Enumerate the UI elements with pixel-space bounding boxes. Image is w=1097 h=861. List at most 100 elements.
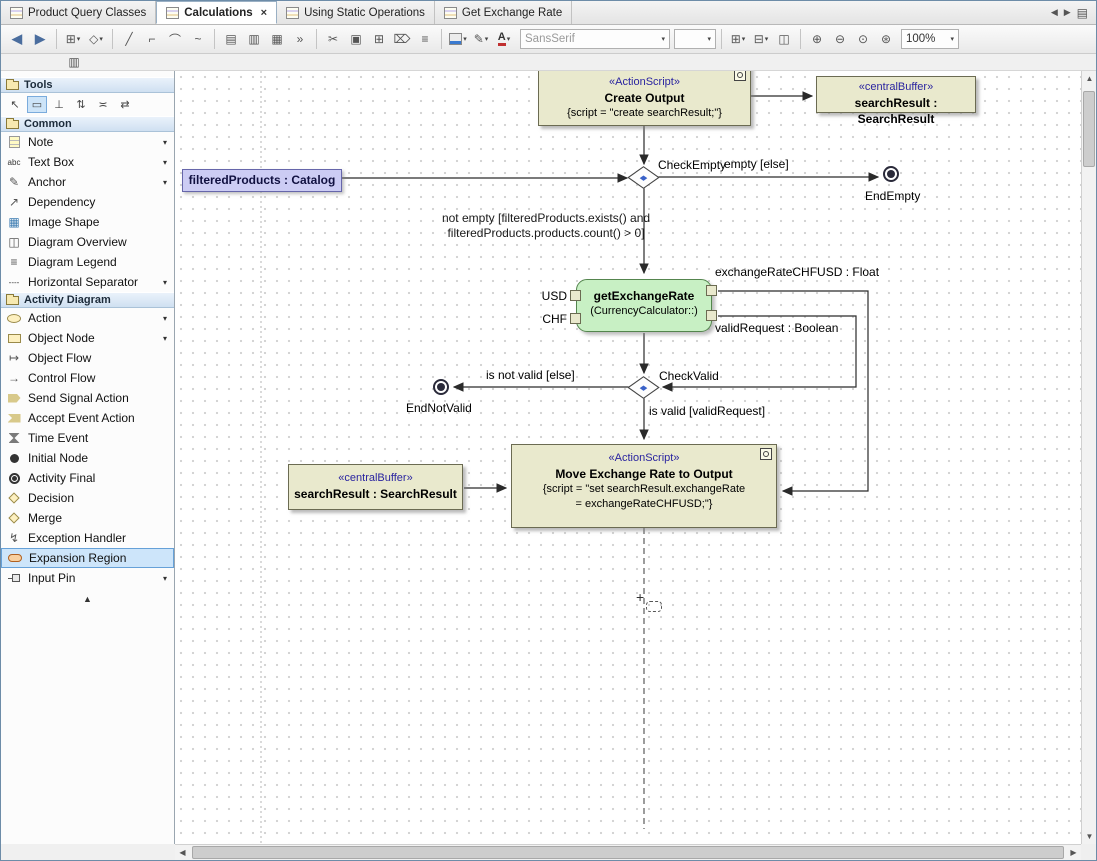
horizontal-scrollbar[interactable]: ◀ ▶ bbox=[175, 844, 1081, 860]
pin-label-exchangerate[interactable]: exchangeRateCHFUSD : Float bbox=[715, 265, 879, 279]
palette-item-object-node[interactable]: Object Node ▾ bbox=[1, 328, 174, 348]
palette-item-object-flow[interactable]: ↦ Object Flow bbox=[1, 348, 174, 368]
action-create-output[interactable]: «ActionScript» Create Output {script = "… bbox=[538, 71, 751, 126]
central-buffer-searchresult-left[interactable]: «centralBuffer» searchResult : SearchRes… bbox=[288, 464, 463, 510]
tab-list-icon[interactable]: ▤ bbox=[1077, 6, 1088, 20]
object-node-filteredproducts[interactable]: filteredProducts : Catalog bbox=[182, 169, 342, 192]
horizontal-scroll-thumb[interactable] bbox=[192, 846, 1064, 859]
align-right-button[interactable]: ▦ bbox=[266, 28, 288, 50]
decision-label-checkvalid[interactable]: CheckValid bbox=[659, 369, 719, 383]
palette-item-expansion-region[interactable]: Expansion Region bbox=[1, 548, 174, 568]
fill-color-button[interactable]: ▾ bbox=[447, 28, 469, 50]
navigate-forward-button[interactable]: ▶ bbox=[29, 28, 51, 50]
oblique-path-button[interactable]: ╱ bbox=[118, 28, 140, 50]
call-action-getexchangerate[interactable]: getExchangeRate (CurrencyCalculator::) bbox=[576, 279, 712, 332]
zoom-fit-button[interactable]: ⊙ bbox=[852, 28, 874, 50]
curved-path-button[interactable]: ⌒ bbox=[164, 28, 186, 50]
central-buffer-searchresult-top[interactable]: «centralBuffer» searchResult : SearchRes… bbox=[816, 76, 976, 113]
palette-item-action[interactable]: Action ▾ bbox=[1, 308, 174, 328]
palette-item-anchor[interactable]: ✎ Anchor ▾ bbox=[1, 172, 174, 192]
output-pin-exchangerate[interactable] bbox=[706, 285, 717, 296]
zoom-out-button[interactable]: ⊖ bbox=[829, 28, 851, 50]
diagram-canvas[interactable]: «ActionScript» Create Output {script = "… bbox=[175, 71, 1081, 844]
insert-table-button[interactable]: ⊞▾ bbox=[727, 28, 749, 50]
align-left-button[interactable]: ▤ bbox=[220, 28, 242, 50]
palette-section-activity-diagram[interactable]: Activity Diagram bbox=[1, 292, 174, 308]
input-pin-chf[interactable] bbox=[570, 313, 581, 324]
rectilinear-path-button[interactable]: ⌐ bbox=[141, 28, 163, 50]
delete-button[interactable]: ⌦ bbox=[391, 28, 413, 50]
palette-item-initial-node[interactable]: Initial Node bbox=[1, 448, 174, 468]
chevron-down-icon[interactable]: ▾ bbox=[163, 138, 169, 147]
more-tools-chevron[interactable]: » bbox=[289, 28, 311, 50]
palette-item-diagram-overview[interactable]: ◫ Diagram Overview bbox=[1, 232, 174, 252]
scroll-up-icon[interactable]: ▲ bbox=[1082, 71, 1097, 86]
palette-item-input-pin[interactable]: Input Pin ▾ bbox=[1, 568, 174, 588]
chevron-down-icon[interactable]: ▾ bbox=[163, 314, 169, 323]
next-tab-icon[interactable]: ▶ bbox=[1064, 7, 1071, 18]
tab-get-exchange-rate[interactable]: Get Exchange Rate bbox=[435, 1, 572, 24]
pointer-tool-button[interactable]: ↖ bbox=[5, 96, 25, 113]
palette-item-send-signal-action[interactable]: Send Signal Action bbox=[1, 388, 174, 408]
distribute-vertical-tool-button[interactable]: ⇅ bbox=[71, 96, 91, 113]
layers-button[interactable]: ≡ bbox=[414, 28, 436, 50]
tab-product-query-classes[interactable]: Product Query Classes bbox=[1, 1, 156, 24]
action-move-exchange-rate[interactable]: «ActionScript» Move Exchange Rate to Out… bbox=[511, 444, 777, 528]
output-pin-validrequest[interactable] bbox=[706, 310, 717, 321]
guard-empty-else[interactable]: empty [else] bbox=[724, 157, 789, 171]
tab-calculations[interactable]: Calculations × bbox=[156, 1, 277, 24]
guard-not-empty[interactable]: not empty [filteredProducts.exists() and… bbox=[401, 211, 691, 241]
vertical-scroll-thumb[interactable] bbox=[1083, 91, 1095, 167]
remove-table-button[interactable]: ⊟▾ bbox=[750, 28, 772, 50]
decision-checkvalid[interactable] bbox=[627, 376, 659, 399]
decision-checkempty[interactable] bbox=[627, 166, 659, 189]
palette-item-diagram-legend[interactable]: ≡ Diagram Legend bbox=[1, 252, 174, 272]
close-tab-icon[interactable]: × bbox=[261, 7, 267, 19]
scroll-right-icon[interactable]: ▶ bbox=[1066, 845, 1081, 860]
shapes-tool-button[interactable]: ◇▾ bbox=[85, 28, 107, 50]
spline-path-button[interactable]: ~ bbox=[187, 28, 209, 50]
cut-button[interactable]: ✂ bbox=[322, 28, 344, 50]
vertical-scrollbar[interactable]: ▲ ▼ bbox=[1081, 71, 1096, 844]
palette-item-merge[interactable]: Merge bbox=[1, 508, 174, 528]
palette-item-accept-event-action[interactable]: Accept Event Action bbox=[1, 408, 174, 428]
palette-scroll-up-button[interactable]: ▲ bbox=[1, 594, 174, 604]
final-label-endempty[interactable]: EndEmpty bbox=[865, 189, 920, 203]
palette-section-common[interactable]: Common bbox=[1, 116, 174, 132]
paste-button[interactable]: ⊞ bbox=[368, 28, 390, 50]
pin-label-validrequest[interactable]: validRequest : Boolean bbox=[715, 321, 838, 335]
align-tool-button[interactable]: ⊥ bbox=[49, 96, 69, 113]
guard-is-valid[interactable]: is valid [validRequest] bbox=[649, 404, 765, 418]
align-center-button[interactable]: ▥ bbox=[243, 28, 265, 50]
final-label-endnotvalid[interactable]: EndNotValid bbox=[406, 401, 472, 415]
chevron-down-icon[interactable]: ▾ bbox=[163, 334, 169, 343]
pin-label-chf[interactable]: CHF bbox=[525, 312, 567, 326]
palette-item-dependency[interactable]: ↗ Dependency bbox=[1, 192, 174, 212]
guard-is-not-valid[interactable]: is not valid [else] bbox=[486, 368, 575, 382]
chevron-down-icon[interactable]: ▾ bbox=[163, 178, 169, 187]
palette-item-decision[interactable]: Decision bbox=[1, 488, 174, 508]
pin-label-usd[interactable]: USD bbox=[525, 289, 567, 303]
palette-item-text-box[interactable]: abc Text Box ▾ bbox=[1, 152, 174, 172]
palette-item-note[interactable]: Note ▾ bbox=[1, 132, 174, 152]
palette-item-time-event[interactable]: Time Event bbox=[1, 428, 174, 448]
font-size-select[interactable]: ▾ bbox=[674, 29, 716, 49]
activity-final-endnotvalid[interactable] bbox=[433, 379, 449, 395]
distribute-horizontal-tool-button[interactable]: ⇄ bbox=[115, 96, 135, 113]
zoom-level-select[interactable]: 100% ▾ bbox=[901, 29, 959, 49]
line-style-button[interactable]: ✎▾ bbox=[470, 28, 492, 50]
palette-item-activity-final[interactable]: Activity Final bbox=[1, 468, 174, 488]
zoom-selection-button[interactable]: ⊛ bbox=[875, 28, 897, 50]
diagram-properties-button[interactable]: ◫ bbox=[773, 28, 795, 50]
containment-tool-button[interactable]: ⊞▾ bbox=[62, 28, 84, 50]
marquee-tool-button[interactable]: ▭ bbox=[27, 96, 47, 113]
chevron-down-icon[interactable]: ▾ bbox=[163, 278, 169, 287]
scroll-left-icon[interactable]: ◀ bbox=[175, 845, 190, 860]
previous-tab-icon[interactable]: ◀ bbox=[1051, 7, 1058, 18]
scroll-down-icon[interactable]: ▼ bbox=[1082, 829, 1097, 844]
font-color-button[interactable]: A▾ bbox=[493, 28, 515, 50]
palette-item-image-shape[interactable]: ▦ Image Shape bbox=[1, 212, 174, 232]
copy-button[interactable]: ▣ bbox=[345, 28, 367, 50]
zoom-in-button[interactable]: ⊕ bbox=[806, 28, 828, 50]
chevron-down-icon[interactable]: ▾ bbox=[163, 158, 169, 167]
